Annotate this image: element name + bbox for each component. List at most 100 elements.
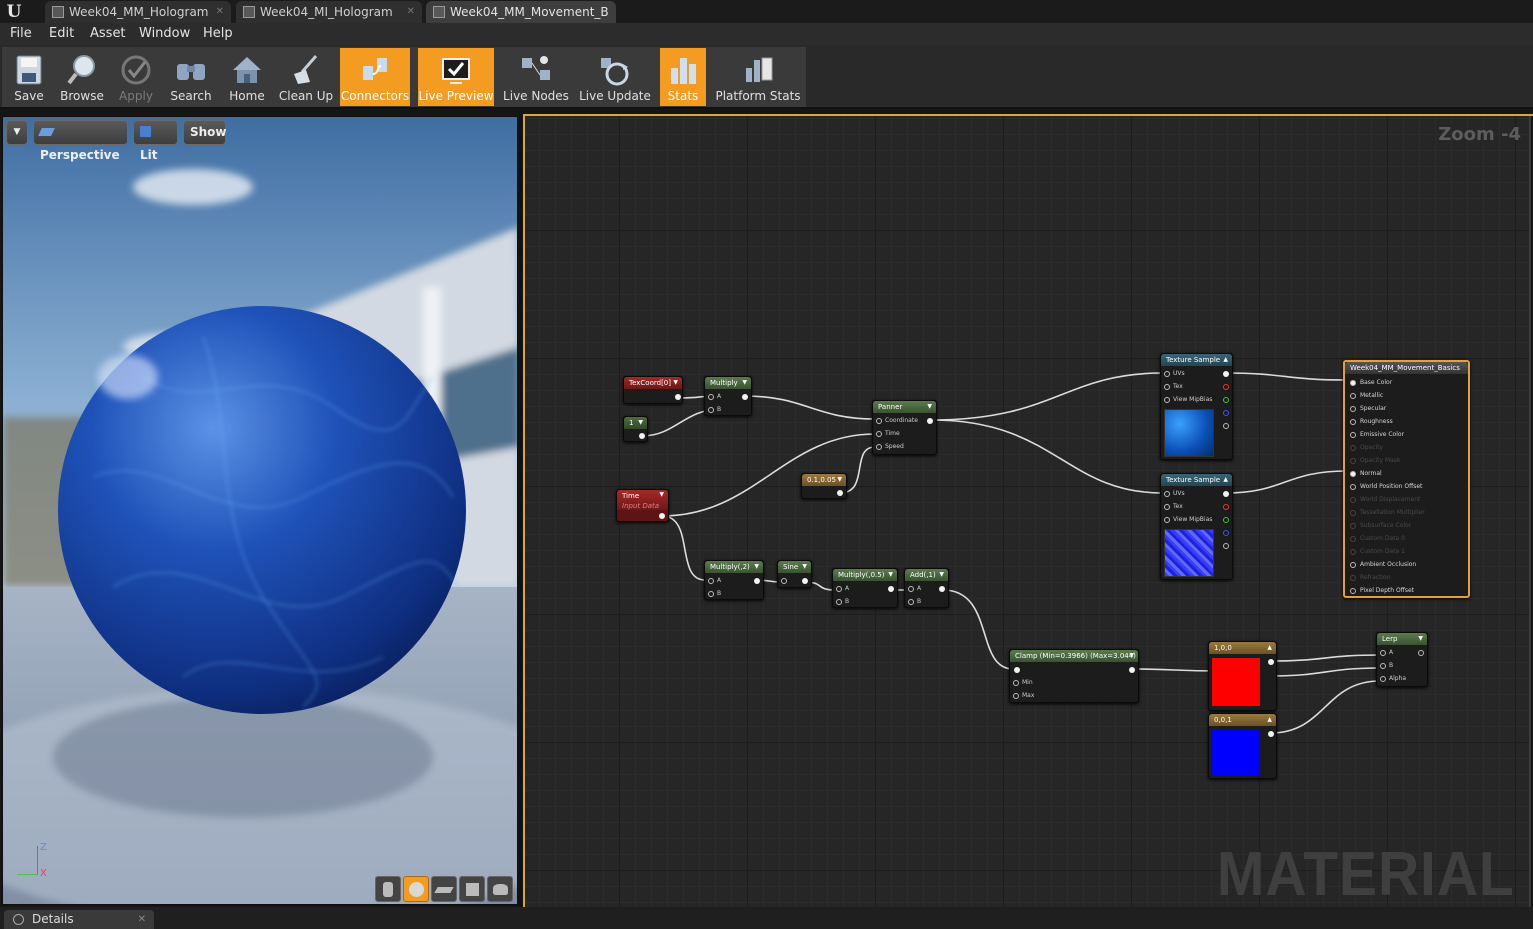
result-pin-row[interactable]: Opacity — [1345, 442, 1470, 455]
output-pin[interactable] — [1268, 731, 1274, 737]
output-pin[interactable] — [675, 394, 681, 400]
input-pin[interactable] — [1350, 471, 1356, 477]
output-pin[interactable] — [927, 418, 933, 424]
node-sine[interactable]: Sine ▼ — [777, 560, 812, 588]
tab-week04-mi-hologram[interactable]: Week04_MI_Hologram ✕ — [236, 1, 422, 23]
input-pin[interactable] — [1013, 680, 1019, 686]
platform-stats-button[interactable]: Platform Stats — [714, 48, 802, 106]
result-pin-row[interactable]: Refraction — [1345, 572, 1470, 585]
input-pin[interactable] — [1350, 497, 1356, 503]
perspective-button[interactable]: Perspective — [33, 120, 128, 162]
input-pin[interactable] — [1350, 406, 1356, 412]
close-icon[interactable]: ✕ — [216, 1, 224, 23]
node-texture-sample-2[interactable]: Texture Sample ▲ UVs Tex View MipBias — [1160, 473, 1233, 580]
live-nodes-button[interactable]: Live Nodes — [502, 48, 570, 106]
output-b-pin[interactable] — [1223, 530, 1229, 536]
viewport-options-dropdown[interactable]: ▼ — [6, 120, 28, 145]
panel-splitter[interactable] — [519, 114, 522, 926]
input-pin[interactable] — [1350, 445, 1356, 451]
result-pin-row[interactable]: Emissive Color — [1345, 429, 1470, 442]
input-pin[interactable] — [1350, 523, 1356, 529]
preview-viewport[interactable]: Z X — [2, 116, 518, 905]
home-button[interactable]: Home — [220, 48, 274, 106]
output-pin[interactable] — [1418, 650, 1424, 656]
input-pin[interactable] — [1350, 536, 1356, 542]
result-pin-row[interactable]: World Displacement — [1345, 494, 1470, 507]
close-icon[interactable]: ✕ — [138, 910, 146, 929]
output-pin[interactable] — [802, 578, 808, 584]
input-pin[interactable] — [1014, 667, 1020, 673]
result-pin-row[interactable]: Custom Data 0 — [1345, 533, 1470, 546]
sphere-icon[interactable] — [403, 876, 429, 902]
output-a-pin[interactable] — [1223, 423, 1229, 429]
output-rgb-pin[interactable] — [1223, 491, 1229, 497]
result-pin-row[interactable]: Roughness — [1345, 416, 1470, 429]
input-pin[interactable] — [1350, 575, 1356, 581]
output-r-pin[interactable] — [1223, 504, 1229, 510]
output-a-pin[interactable] — [1223, 543, 1229, 549]
input-pin[interactable] — [708, 394, 714, 400]
input-pin[interactable] — [1350, 380, 1356, 386]
result-pin-row[interactable]: Subsurface Color — [1345, 520, 1470, 533]
output-pin[interactable] — [837, 490, 843, 496]
input-pin[interactable] — [1164, 517, 1170, 523]
output-pin[interactable] — [659, 513, 665, 519]
result-pin-row[interactable]: Custom Data 1 — [1345, 546, 1470, 559]
input-pin[interactable] — [1013, 693, 1019, 699]
result-pin-row[interactable]: Ambient Occlusion — [1345, 559, 1470, 572]
output-g-pin[interactable] — [1223, 397, 1229, 403]
output-pin[interactable] — [888, 586, 894, 592]
node-blue-constant[interactable]: 0,0,1 ▲ — [1208, 713, 1277, 779]
node-multiply[interactable]: Multiply ▼ A B — [704, 376, 752, 416]
result-pin-row[interactable]: World Position Offset — [1345, 481, 1470, 494]
node-constant-1[interactable]: 1 ▼ — [623, 416, 648, 442]
input-pin[interactable] — [1350, 393, 1356, 399]
search-button[interactable]: Search — [164, 48, 218, 106]
input-pin[interactable] — [1350, 549, 1356, 555]
connectors-button[interactable]: Connectors — [340, 48, 410, 106]
lit-button[interactable]: Lit — [133, 120, 178, 162]
output-pin[interactable] — [939, 586, 945, 592]
material-graph-canvas[interactable]: Zoom -4 MATERIAL TexCoord[0] ▼ 1 ▼ Multipl… — [523, 114, 1531, 926]
output-pin[interactable] — [742, 394, 748, 400]
node-speed-constant[interactable]: 0.1,0.05 ▼ — [801, 473, 847, 499]
input-pin[interactable] — [1164, 371, 1170, 377]
input-pin[interactable] — [1164, 384, 1170, 390]
input-pin[interactable] — [708, 591, 714, 597]
input-pin[interactable] — [876, 418, 882, 424]
apply-button[interactable]: Apply — [110, 48, 162, 106]
result-pin-row[interactable]: Base Color — [1345, 377, 1470, 390]
menu-file[interactable]: File — [10, 26, 32, 41]
input-pin[interactable] — [1380, 650, 1386, 656]
browse-button[interactable]: Browse — [56, 48, 108, 106]
input-pin[interactable] — [1164, 491, 1170, 497]
input-pin[interactable] — [1350, 484, 1356, 490]
result-pin-row[interactable]: Tessellation Multiplier — [1345, 507, 1470, 520]
output-g-pin[interactable] — [1223, 517, 1229, 523]
input-pin[interactable] — [1350, 432, 1356, 438]
node-time[interactable]: Time Input Data ▼ — [616, 489, 669, 522]
output-pin[interactable] — [754, 578, 760, 584]
input-pin[interactable] — [836, 599, 842, 605]
input-pin[interactable] — [1164, 504, 1170, 510]
result-pin-row[interactable]: Pixel Depth Offset — [1345, 585, 1470, 598]
input-pin[interactable] — [1380, 676, 1386, 682]
node-texture-sample-1[interactable]: Texture Sample ▲ UVs Tex View MipBias — [1160, 353, 1233, 460]
stats-button[interactable]: Stats — [660, 48, 706, 106]
input-pin[interactable] — [1350, 419, 1356, 425]
output-pin[interactable] — [1268, 659, 1274, 665]
menu-window[interactable]: Window — [139, 26, 190, 41]
close-icon[interactable]: ✕ — [407, 1, 415, 23]
custom-mesh-icon[interactable] — [487, 876, 513, 902]
input-pin[interactable] — [1350, 510, 1356, 516]
output-pin[interactable] — [1129, 667, 1135, 673]
plane-icon[interactable] — [431, 876, 457, 902]
input-pin[interactable] — [908, 586, 914, 592]
input-pin[interactable] — [1350, 588, 1356, 594]
show-button[interactable]: Show — [183, 120, 227, 145]
result-pin-row[interactable]: Normal — [1345, 468, 1470, 481]
result-pin-row[interactable]: Opacity Mask — [1345, 455, 1470, 468]
tab-week04-mm-hologram[interactable]: Week04_MM_Hologram ✕ — [45, 1, 231, 23]
input-pin[interactable] — [1350, 458, 1356, 464]
unreal-logo-icon[interactable]: U — [3, 1, 25, 23]
